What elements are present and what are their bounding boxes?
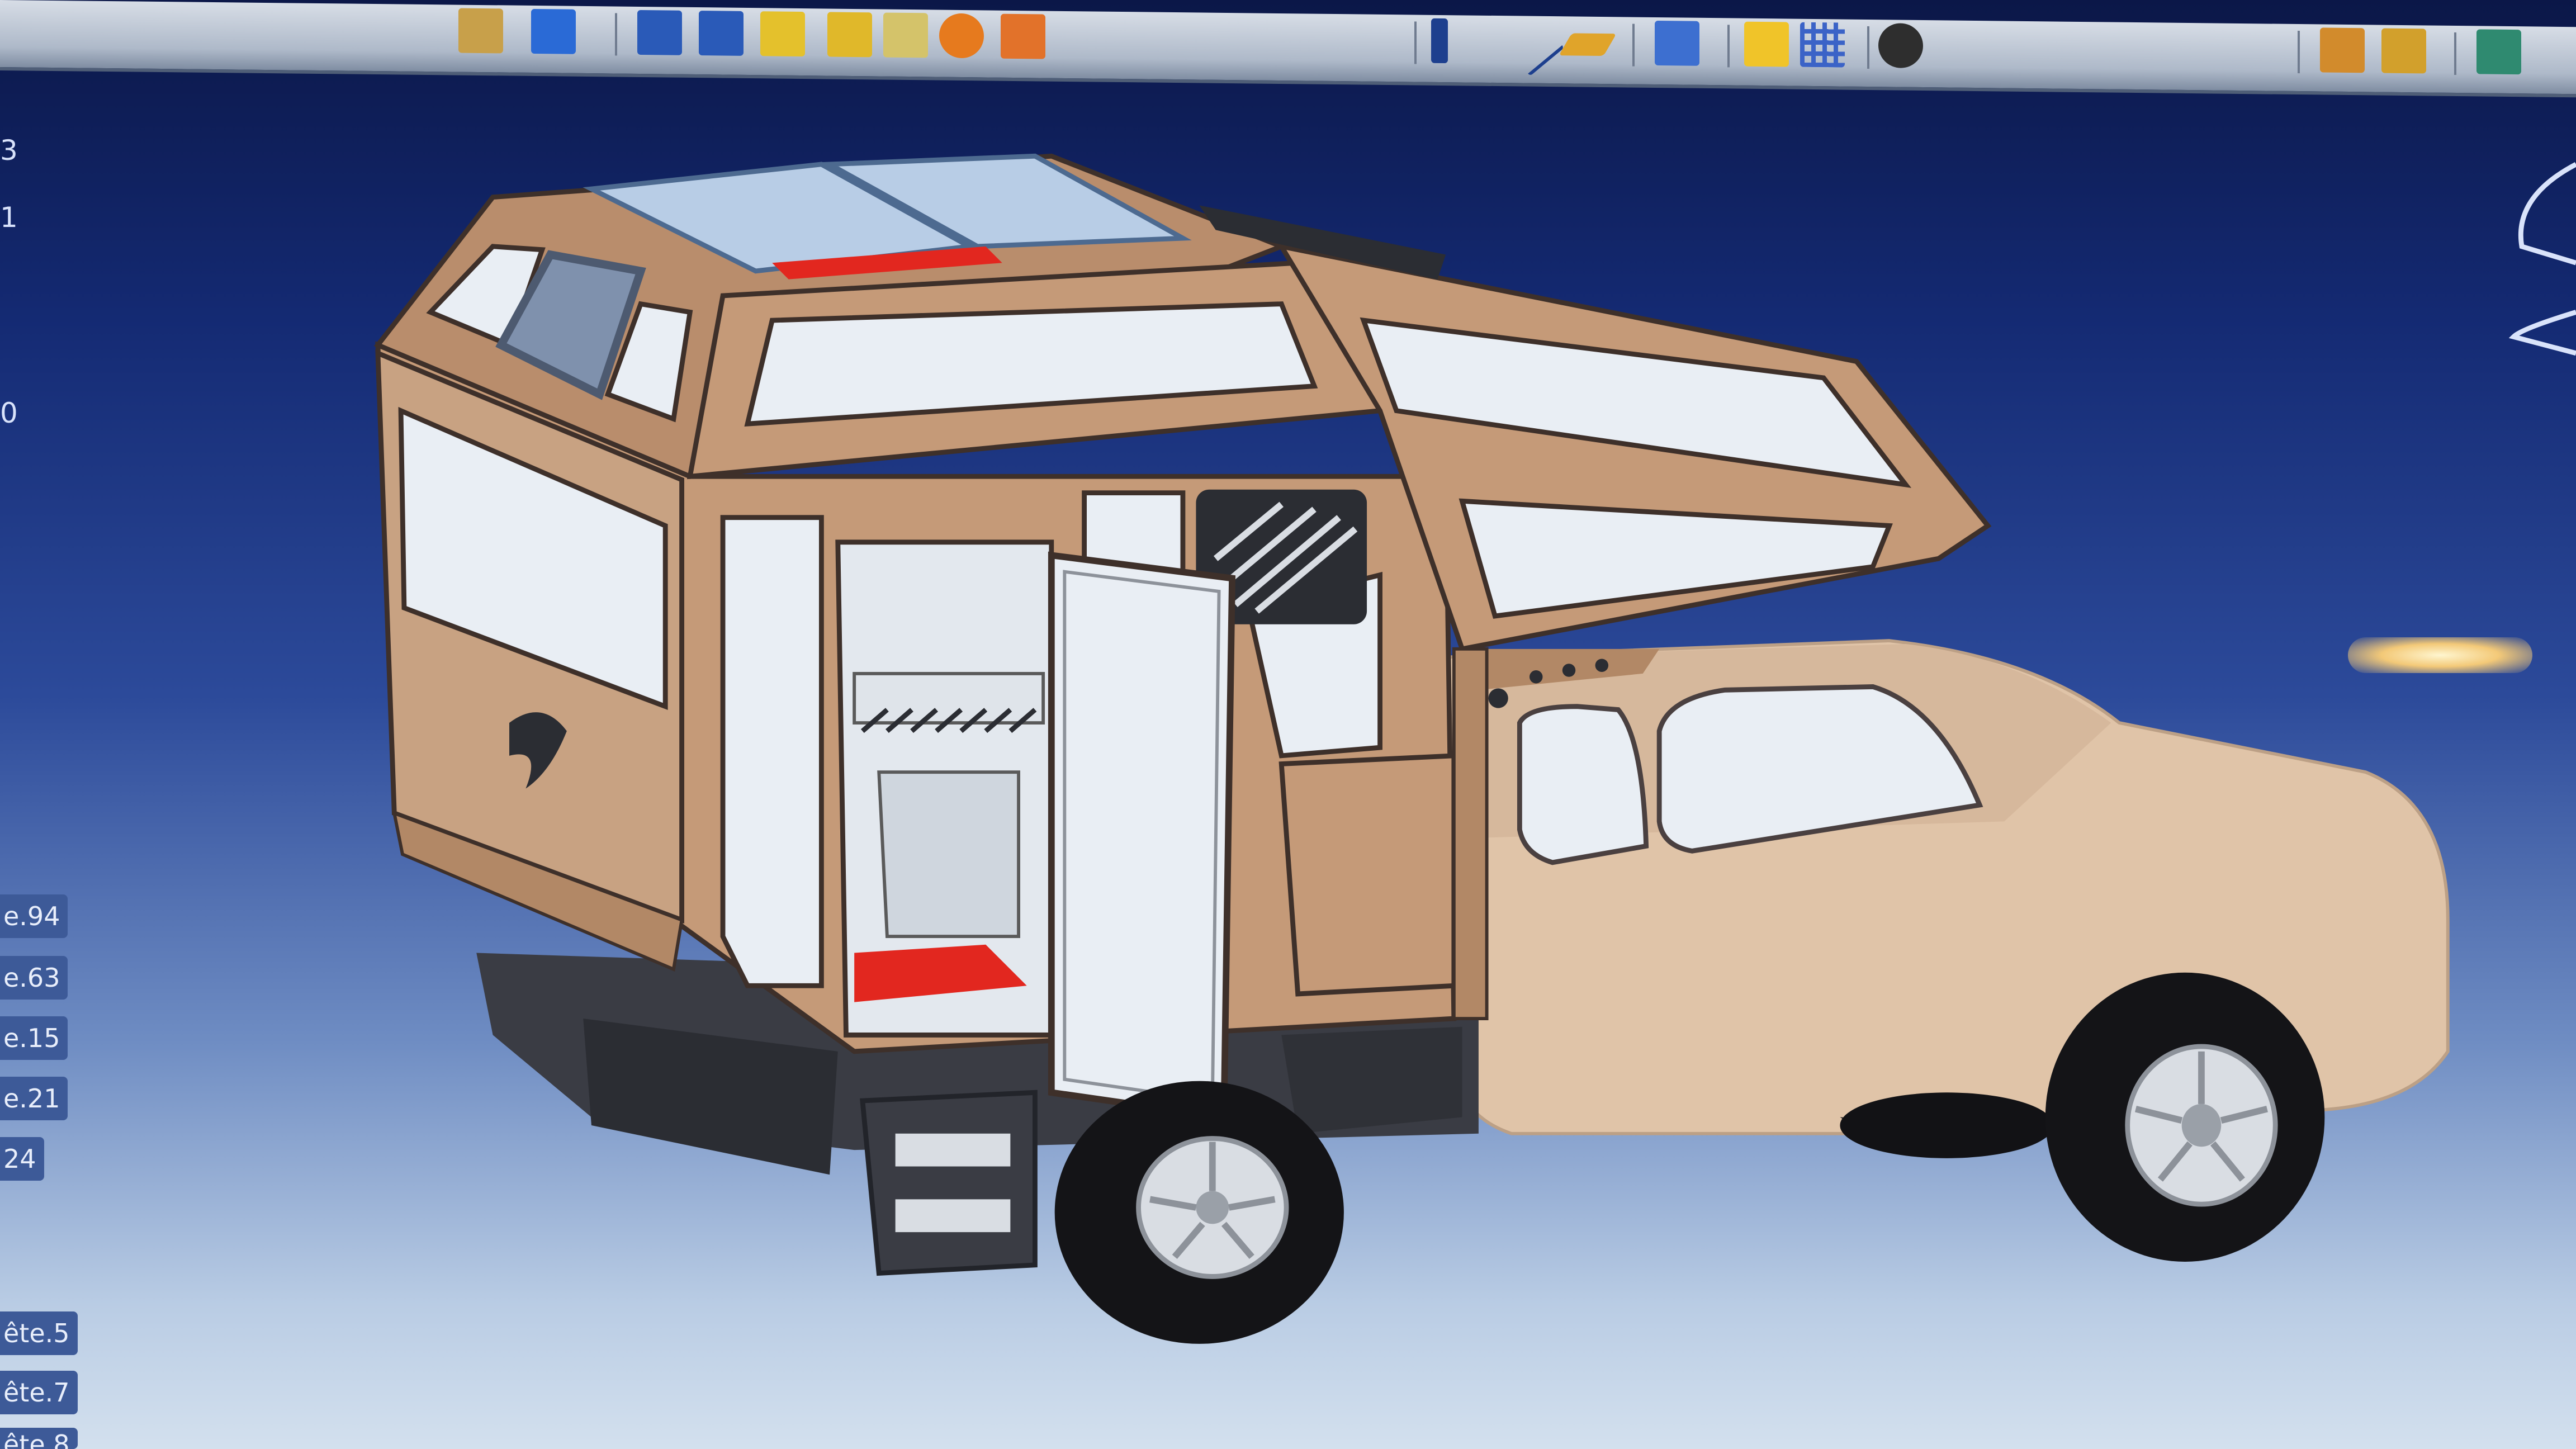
- tree-item[interactable]: ête.8: [0, 1428, 78, 1449]
- rear-wheel: [1054, 1081, 1344, 1344]
- front-wheel: [2045, 972, 2325, 1262]
- tree-item[interactable]: ête.5: [0, 1311, 78, 1355]
- tree-value-2: 1: [0, 201, 18, 234]
- layers-icon[interactable]: [2320, 27, 2365, 73]
- book-icon[interactable]: [2476, 29, 2521, 75]
- tree-item[interactable]: e.94: [0, 894, 68, 938]
- 3d-viewport[interactable]: [0, 0, 2576, 1449]
- compass-icon[interactable]: [2518, 162, 2576, 266]
- tree-item[interactable]: e.21: [0, 1077, 68, 1120]
- cube-icon[interactable]: [531, 8, 576, 54]
- tree-item[interactable]: e.15: [0, 1016, 68, 1060]
- grid-icon[interactable]: [1800, 22, 1845, 68]
- assembly-icon[interactable]: [1744, 21, 1789, 67]
- cube-blue-icon[interactable]: [637, 10, 682, 55]
- pencil-icon[interactable]: [827, 12, 872, 58]
- tree-item[interactable]: 24: [0, 1137, 44, 1181]
- stack-icon[interactable]: [2381, 28, 2426, 74]
- tree-value-1: 3: [0, 134, 18, 167]
- tree-value-3: 0: [0, 397, 18, 429]
- fixture-icon[interactable]: [1655, 20, 1699, 66]
- plane-icon[interactable]: [1559, 33, 1617, 56]
- box-orange-icon[interactable]: [1001, 13, 1045, 59]
- catia-workspace: 3 1 0 e.94 e.63 e.15 e.21 24 ête.5 ête.7…: [0, 0, 2576, 1449]
- snap-icon[interactable]: [1878, 23, 1923, 69]
- point-icon[interactable]: [1431, 18, 1448, 64]
- tree-item[interactable]: e.63: [0, 956, 68, 1000]
- camper-truck-model[interactable]: [0, 0, 2576, 1449]
- part-design-icon[interactable]: [458, 8, 503, 54]
- cube-blue-icon-2[interactable]: [699, 11, 744, 56]
- target-icon[interactable]: [939, 13, 984, 59]
- far-wheel: [1840, 1092, 2054, 1158]
- screen-glare: [2348, 637, 2532, 673]
- tree-item[interactable]: ête.7: [0, 1371, 78, 1414]
- cube-yellow-icon[interactable]: [760, 11, 805, 57]
- measure-icon[interactable]: [883, 12, 928, 58]
- line-icon[interactable]: [1499, 11, 1565, 77]
